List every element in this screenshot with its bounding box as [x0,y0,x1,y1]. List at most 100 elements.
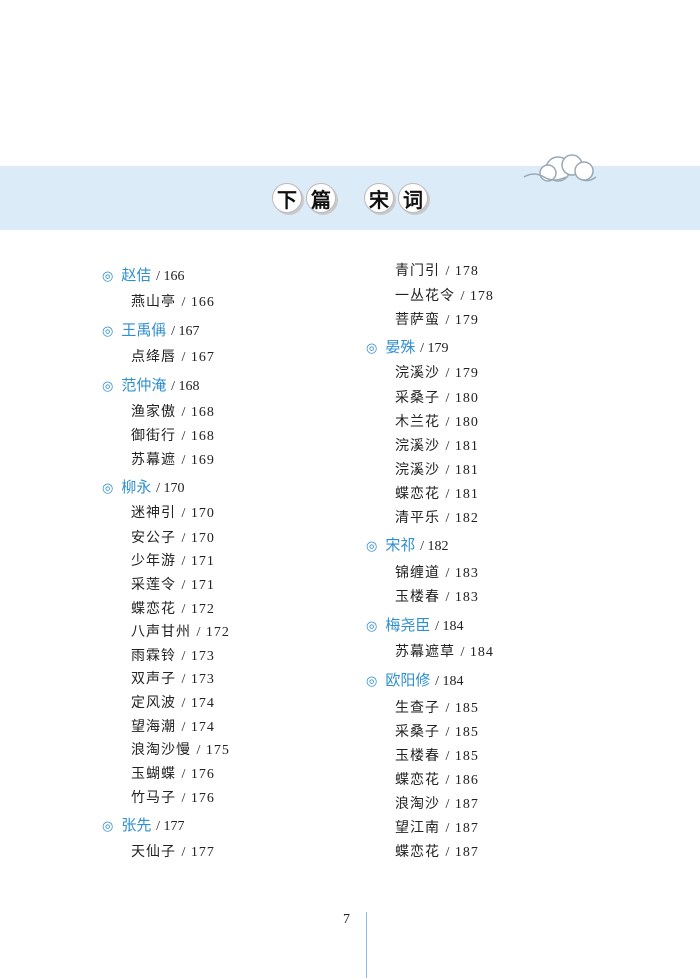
toc-poem-entry[interactable]: 少年游 / 171 [131,550,215,570]
poem-title: 双声子 [131,671,176,687]
toc-poem-entry[interactable]: 望海潮 / 174 [131,716,215,736]
poem-title: 木兰花 [395,414,440,430]
toc-poem-entry[interactable]: 天仙子 / 177 [131,841,215,861]
toc-poem-entry[interactable]: 望江南 / 187 [395,817,479,837]
poem-title: 天仙子 [131,844,176,860]
toc-poem-entry[interactable]: 青门引 / 178 [395,260,479,280]
toc-poem-entry[interactable]: 燕山亭 / 166 [131,291,215,311]
toc-poem-entry[interactable]: 蝶恋花 / 181 [395,483,479,503]
page-ref: / 185 [445,701,479,716]
toc-poem-entry[interactable]: 玉楼春 / 183 [395,586,479,606]
author-marker-icon: ◎ [102,324,114,339]
page-ref: / 182 [445,511,479,526]
toc-poem-entry[interactable]: 苏幕遮草 / 184 [395,641,494,661]
toc-poem-entry[interactable]: 木兰花 / 180 [395,411,479,431]
footer-divider [366,912,367,978]
page-ref: / 176 [181,767,215,782]
poem-title: 锦缠道 [395,565,440,581]
toc-poem-entry[interactable]: 渔家傲 / 168 [131,401,215,421]
author-marker-icon: ◎ [366,674,378,689]
page-ref: / 187 [445,797,479,812]
author-name: 王禹偁 [121,321,167,339]
author-marker-icon: ◎ [102,819,114,834]
poem-title: 玉蝴蝶 [131,766,176,782]
toc-poem-entry[interactable]: 菩萨蛮 / 179 [395,309,479,329]
toc-author-entry[interactable]: ◎ 宋祁 / 182 [366,534,449,555]
toc-poem-entry[interactable]: 浪淘沙慢 / 175 [131,739,230,759]
toc-poem-entry[interactable]: 采桑子 / 180 [395,387,479,407]
page-ref: / 187 [445,845,479,860]
poem-title: 玉楼春 [395,589,440,605]
toc-poem-entry[interactable]: 玉蝴蝶 / 176 [131,763,215,783]
toc-poem-entry[interactable]: 浣溪沙 / 179 [395,362,479,382]
toc-poem-entry[interactable]: 锦缠道 / 183 [395,562,479,582]
toc-poem-entry[interactable]: 一丛花令 / 178 [395,285,494,305]
toc-poem-entry[interactable]: 双声子 / 173 [131,668,215,688]
toc-poem-entry[interactable]: 浣溪沙 / 181 [395,459,479,479]
poem-title: 少年游 [131,553,176,569]
page-ref: / 183 [445,566,479,581]
author-marker-icon: ◎ [366,619,378,634]
page-ref: / 180 [445,391,479,406]
poem-title: 点绛唇 [131,349,176,365]
toc-poem-entry[interactable]: 安公子 / 170 [131,527,215,547]
toc-poem-entry[interactable]: 雨霖铃 / 173 [131,645,215,665]
poem-title: 蝶恋花 [395,486,440,502]
page-ref: / 168 [181,429,215,444]
poem-title: 生查子 [395,700,440,716]
author-name: 晏殊 [385,338,416,356]
page-ref: / 177 [156,819,185,834]
page-ref: / 181 [445,439,479,454]
page-ref: / 175 [196,743,230,758]
poem-title: 苏幕遮 [131,452,176,468]
page-ref: / 170 [181,531,215,546]
toc-poem-entry[interactable]: 竹马子 / 176 [131,787,215,807]
page-ref: / 183 [445,590,479,605]
page-ref: / 176 [181,791,215,806]
author-name: 宋祁 [385,536,416,554]
poem-title: 雨霖铃 [131,648,176,664]
page-ref: / 187 [445,821,479,836]
toc-poem-entry[interactable]: 生查子 / 185 [395,697,479,717]
toc-poem-entry[interactable]: 御街行 / 168 [131,425,215,445]
toc-poem-entry[interactable]: 采莲令 / 171 [131,574,215,594]
page-ref: / 167 [181,350,215,365]
toc-author-entry[interactable]: ◎ 晏殊 / 179 [366,336,449,357]
title-word-2: 宋 词 [364,183,428,213]
toc-author-entry[interactable]: ◎ 梅尧臣 / 184 [366,614,464,635]
toc-author-entry[interactable]: ◎ 赵佶 / 166 [102,264,185,285]
toc-poem-entry[interactable]: 浣溪沙 / 181 [395,435,479,455]
poem-title: 清平乐 [395,510,440,526]
toc-poem-entry[interactable]: 点绛唇 / 167 [131,346,215,366]
toc-poem-entry[interactable]: 迷神引 / 170 [131,502,215,522]
author-name: 张先 [121,816,152,834]
page-ref: / 168 [181,405,215,420]
author-marker-icon: ◎ [102,379,114,394]
toc-poem-entry[interactable]: 蝶恋花 / 187 [395,841,479,861]
title-char: 下 [272,183,302,213]
toc-poem-entry[interactable]: 苏幕遮 / 169 [131,449,215,469]
toc-poem-entry[interactable]: 浪淘沙 / 187 [395,793,479,813]
toc-poem-entry[interactable]: 八声甘州 / 172 [131,621,230,641]
poem-title: 定风波 [131,695,176,711]
toc-author-entry[interactable]: ◎ 范仲淹 / 168 [102,374,200,395]
page-ref: / 179 [420,341,449,356]
page-ref: / 170 [156,481,185,496]
poem-title: 竹马子 [131,790,176,806]
author-marker-icon: ◎ [366,341,378,356]
page-ref: / 181 [445,487,479,502]
toc-poem-entry[interactable]: 玉楼春 / 185 [395,745,479,765]
page-ref: / 180 [445,415,479,430]
toc-author-entry[interactable]: ◎ 王禹偁 / 167 [102,319,200,340]
toc-poem-entry[interactable]: 蝶恋花 / 186 [395,769,479,789]
toc-author-entry[interactable]: ◎ 柳永 / 170 [102,476,185,497]
page-ref: / 172 [181,602,215,617]
page-ref: / 167 [171,324,200,339]
toc-author-entry[interactable]: ◎ 张先 / 177 [102,814,185,835]
toc-author-entry[interactable]: ◎ 欧阳修 / 184 [366,669,464,690]
page-ref: / 166 [181,295,215,310]
toc-poem-entry[interactable]: 清平乐 / 182 [395,507,479,527]
toc-poem-entry[interactable]: 采桑子 / 185 [395,721,479,741]
toc-poem-entry[interactable]: 定风波 / 174 [131,692,215,712]
toc-poem-entry[interactable]: 蝶恋花 / 172 [131,598,215,618]
